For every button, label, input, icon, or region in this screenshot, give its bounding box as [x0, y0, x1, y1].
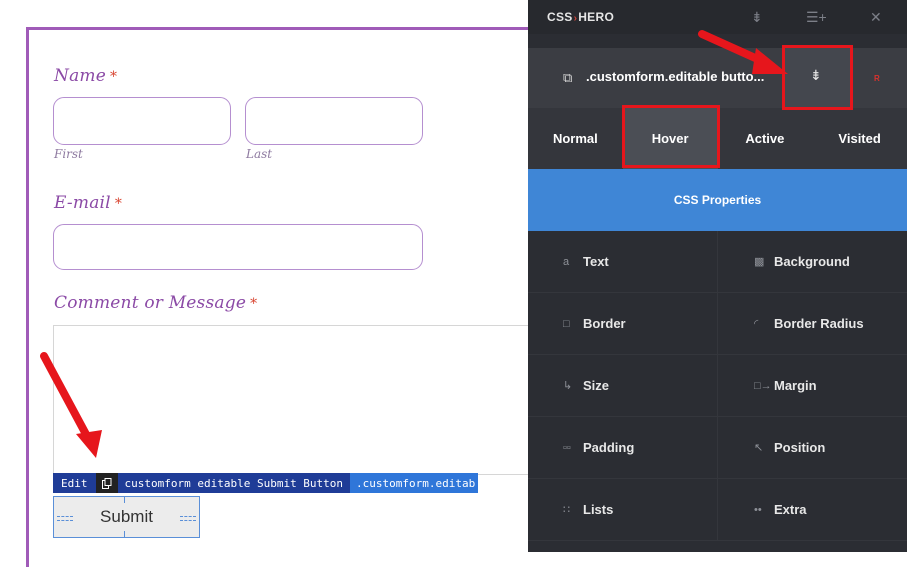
prop-margin[interactable]: □→ Margin — [718, 355, 907, 417]
tab-hover[interactable]: Hover — [622, 108, 718, 169]
class-selector-label[interactable]: .customform.editab — [350, 473, 478, 493]
prop-text[interactable]: a Text — [528, 231, 718, 293]
prop-position[interactable]: ↖ Position — [718, 417, 907, 479]
submit-button[interactable]: Submit — [53, 496, 200, 538]
last-sublabel: Last — [246, 147, 273, 161]
picker-icon: ⇟ — [810, 67, 822, 83]
comment-textarea[interactable] — [53, 325, 533, 475]
prop-extra[interactable]: •• Extra — [718, 479, 907, 541]
border-icon: □ — [563, 317, 570, 330]
element-name-label[interactable]: customform editable Submit Button — [117, 473, 351, 493]
padding-right-marker — [180, 516, 196, 521]
css-hero-panel: CSS›HERO ⇟ ☰+ ✕ ⧉ .customform.editable b… — [528, 0, 907, 552]
comment-label: Comment or Message * — [54, 293, 258, 313]
panel-topbar: CSS›HERO ⇟ ☰+ ✕ — [528, 0, 907, 34]
css-properties-header[interactable]: CSS Properties — [528, 169, 907, 231]
tab-normal[interactable]: Normal — [528, 108, 623, 169]
position-icon: ↖ — [754, 442, 764, 454]
external-link-icon[interactable]: ⧉ — [563, 70, 572, 86]
tab-active[interactable]: Active — [718, 108, 813, 169]
inspector-icon[interactable]: ⇟ — [751, 9, 763, 26]
name-label: Name * — [54, 66, 118, 86]
padding-left-marker — [57, 516, 73, 521]
padding-icon: ▫▫ — [563, 441, 571, 454]
padding-bottom-marker — [124, 531, 128, 537]
menu-plus-icon[interactable]: ☰+ — [806, 9, 827, 26]
size-icon: ↳ — [563, 380, 573, 392]
property-grid: a Text ▩ Background □ Border ◜ Border Radius… — [528, 231, 907, 552]
selector-row: ⧉ .customform.editable butto... ⇟ R — [528, 48, 907, 108]
text-icon: a — [563, 255, 570, 268]
prop-lists[interactable]: ∷ Lists — [528, 479, 718, 541]
background-icon: ▩ — [754, 256, 765, 268]
prop-background[interactable]: ▩ Background — [718, 231, 907, 293]
current-selector[interactable]: .customform.editable butto... — [586, 69, 764, 84]
lists-icon: ∷ — [563, 504, 570, 516]
first-sublabel: First — [54, 147, 83, 161]
prop-border-radius[interactable]: ◜ Border Radius — [718, 293, 907, 355]
state-tabs: Normal Hover Active Visited — [528, 108, 907, 169]
margin-icon: □→ — [754, 379, 772, 392]
email-label: E-mail * — [54, 193, 123, 213]
prop-size[interactable]: ↳ Size — [528, 355, 718, 417]
email-input[interactable] — [53, 224, 423, 270]
tab-visited[interactable]: Visited — [812, 108, 907, 169]
brand-logo: CSS›HERO — [547, 10, 615, 24]
copy-icon[interactable] — [95, 473, 118, 493]
submit-label: Submit — [100, 507, 153, 526]
element-edit-bar: Edit customform editable Submit Button .… — [53, 473, 478, 493]
border-radius-icon: ◜ — [754, 318, 759, 330]
close-icon[interactable]: ✕ — [870, 9, 882, 26]
first-name-input[interactable] — [53, 97, 231, 145]
prop-border[interactable]: □ Border — [528, 293, 718, 355]
extra-icon: •• — [754, 503, 762, 516]
prop-padding[interactable]: ▫▫ Padding — [528, 417, 718, 479]
element-picker-button[interactable]: ⇟ — [785, 48, 851, 108]
padding-top-marker — [124, 497, 128, 503]
edit-button[interactable]: Edit — [53, 473, 96, 493]
r-badge[interactable]: R — [874, 74, 880, 83]
last-name-input[interactable] — [245, 97, 423, 145]
